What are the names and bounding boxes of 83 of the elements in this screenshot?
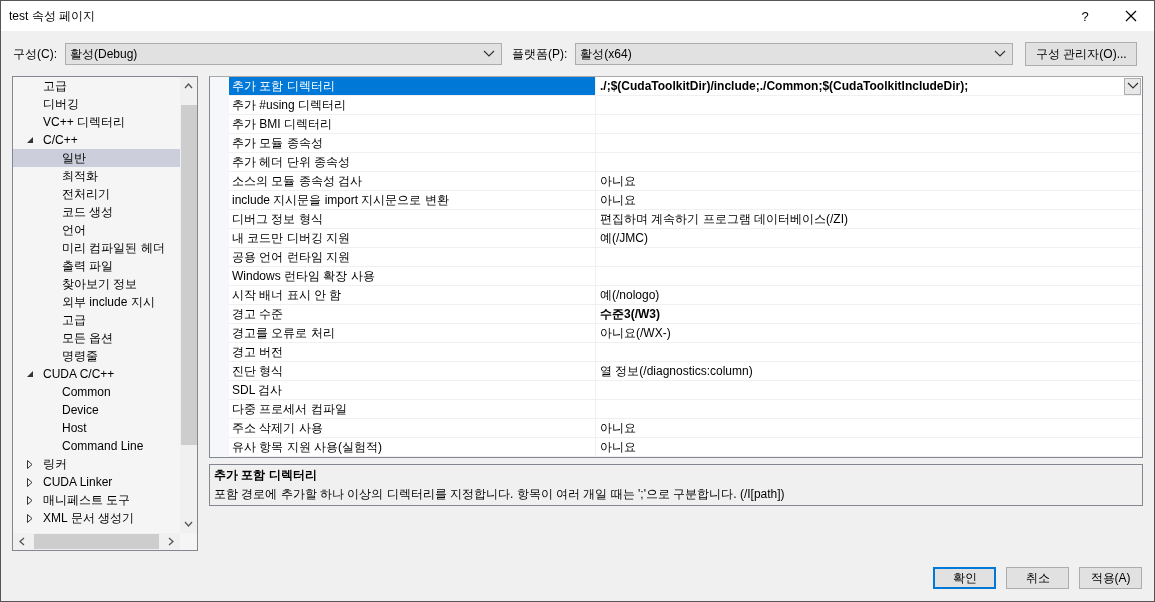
expanded-arrow-icon: [27, 136, 34, 144]
tree-item[interactable]: 코드 생성: [13, 203, 180, 221]
tree-item[interactable]: 고급: [13, 77, 180, 95]
scroll-right-icon[interactable]: [168, 537, 174, 546]
tree-item[interactable]: 미리 컴파일된 헤더: [13, 239, 180, 257]
tree-item[interactable]: 명령줄: [13, 347, 180, 365]
tree-item[interactable]: VC++ 디렉터리: [13, 113, 180, 131]
property-name[interactable]: 추가 헤더 단위 종속성: [229, 153, 595, 172]
scroll-left-icon[interactable]: [19, 537, 25, 546]
scroll-thumb[interactable]: [180, 105, 197, 445]
tree-item[interactable]: 디버깅: [13, 95, 180, 113]
tree-item[interactable]: 링커: [13, 455, 180, 473]
property-value: 예(/JMC): [595, 229, 1142, 248]
tree-item[interactable]: 외부 include 지시: [13, 293, 180, 311]
property-name[interactable]: 진단 형식: [229, 362, 595, 381]
property-name[interactable]: 추가 #using 디렉터리: [229, 96, 595, 115]
caret-icon: [483, 50, 495, 58]
configuration-manager-button[interactable]: 구성 관리자(O)...: [1025, 42, 1138, 66]
property-name[interactable]: 내 코드만 디버깅 지원: [229, 229, 595, 248]
tree-item[interactable]: C/C++: [13, 131, 180, 149]
property-value[interactable]: ./;$(CudaToolkitDir)/include;./Common;$(CudaToolkitIncludeDir);: [595, 77, 1142, 96]
property-name[interactable]: 공용 언어 런타임 지원: [229, 248, 595, 267]
property-value: 편집하며 계속하기 프로그램 데이터베이스(/ZI): [595, 210, 1142, 229]
scroll-down-icon[interactable]: [184, 521, 193, 527]
tree-item[interactable]: XML 문서 생성기: [13, 509, 180, 527]
tree-item[interactable]: 출력 파일: [13, 257, 180, 275]
tree-item[interactable]: Device: [13, 401, 180, 419]
caret-icon: [1126, 82, 1139, 90]
dialog-button[interactable]: 확인: [933, 567, 996, 589]
tree-item[interactable]: 전처리기: [13, 185, 180, 203]
tree-item[interactable]: Command Line: [13, 437, 180, 455]
property-name[interactable]: 주소 삭제기 사용: [229, 419, 595, 438]
property-name[interactable]: 추가 BMI 디렉터리: [229, 115, 595, 134]
property-name[interactable]: 다중 프로세서 컴파일: [229, 400, 595, 419]
window-title: test 속성 페이지: [9, 7, 95, 25]
property-value: 수준3(/W3): [595, 305, 1142, 324]
property-value: 아니요: [595, 172, 1142, 191]
description-title: 추가 포함 디렉터리: [214, 467, 318, 484]
tree-item[interactable]: 일반: [13, 149, 180, 167]
property-name[interactable]: 유사 항목 지원 사용(실험적): [229, 438, 595, 457]
tree-item[interactable]: 언어: [13, 221, 180, 239]
property-value: 예(/nologo): [595, 286, 1142, 305]
scroll-thumb[interactable]: [34, 534, 159, 549]
property-name[interactable]: 시작 배너 표시 안 함: [229, 286, 595, 305]
expanded-arrow-icon: [27, 370, 34, 378]
property-name[interactable]: 경고 수준: [229, 305, 595, 324]
tree-item[interactable]: CUDA Linker: [13, 473, 180, 491]
close-icon: [1125, 10, 1137, 22]
property-name[interactable]: 소스의 모듈 종속성 검사: [229, 172, 595, 191]
caret-icon: [994, 50, 1007, 58]
tree-item[interactable]: 모든 옵션: [13, 329, 180, 347]
property-value: 아니요: [595, 191, 1142, 210]
property-name[interactable]: 디버그 정보 형식: [229, 210, 595, 229]
tree-item[interactable]: 매니페스트 도구: [13, 491, 180, 509]
scroll-up-icon[interactable]: [184, 83, 193, 89]
property-value: 아니요(/WX-): [595, 324, 1142, 343]
property-name[interactable]: 경고를 오류로 처리: [229, 324, 595, 343]
configuration-dropdown[interactable]: 활성(Debug): [65, 43, 502, 65]
tree-item[interactable]: CUDA C/C++: [13, 365, 180, 383]
property-name[interactable]: Windows 런타임 확장 사용: [229, 267, 595, 286]
platform-label: 플랫폼(P):: [512, 45, 568, 63]
dialog-button[interactable]: 적용(A): [1079, 567, 1142, 589]
configuration-label: 구성(C):: [13, 45, 57, 63]
property-name[interactable]: SDL 검사: [229, 381, 595, 400]
tree-item[interactable]: Host: [13, 419, 180, 437]
tree-item[interactable]: 찾아보기 정보: [13, 275, 180, 293]
property-name[interactable]: 추가 모듈 종속성: [229, 134, 595, 153]
property-value: 아니요: [595, 438, 1142, 457]
property-value: 열 정보(/diagnostics:column): [595, 362, 1142, 381]
property-value: 아니요: [595, 419, 1142, 438]
property-name[interactable]: 경고 버전: [229, 343, 595, 362]
vertical-scrollbar[interactable]: [180, 77, 197, 533]
tree-item[interactable]: 최적화: [13, 167, 180, 185]
property-name[interactable]: 추가 포함 디렉터리: [229, 77, 595, 96]
platform-dropdown[interactable]: 활성(x64): [575, 43, 1014, 65]
help-button[interactable]: ?: [1062, 1, 1108, 31]
dropdown-button[interactable]: [1124, 77, 1141, 95]
dialog-button[interactable]: 취소: [1006, 567, 1069, 589]
tree-item[interactable]: 고급: [13, 311, 180, 329]
tree-item[interactable]: Common: [13, 383, 180, 401]
horizontal-scrollbar[interactable]: [13, 533, 180, 550]
description-text: 포함 경로에 추가할 하나 이상의 디렉터리를 지정합니다. 항목이 여러 개일 때는 ';'으로 구분합니다. (/I[path]): [214, 486, 786, 503]
property-name[interactable]: include 지시문을 import 지시문으로 변환: [229, 191, 595, 210]
